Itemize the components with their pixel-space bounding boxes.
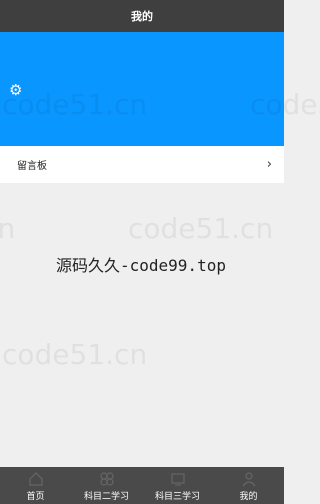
grid-icon [99, 472, 114, 486]
tab-label: 科目二学习 [83, 492, 129, 502]
user-icon [242, 472, 255, 487]
tab-subject-three[interactable]: 科目三学习 [142, 467, 213, 504]
watermark-text: code51.cn [2, 338, 148, 371]
watermark-text: code51.cn [250, 88, 320, 121]
tab-bar: 首页 科目二学习 科目三学习 我的 [0, 467, 284, 504]
promo-text: 源码久久-code99.top [56, 256, 226, 275]
menu-item-guestbook[interactable]: 留言板 › [0, 146, 284, 183]
nav-bar: 我的 [0, 0, 284, 32]
tab-label: 首页 [26, 492, 45, 502]
watermark-text: code51.cn [128, 212, 274, 245]
tab-label: 我的 [239, 492, 258, 502]
home-icon [28, 472, 43, 486]
tab-label: 科目三学习 [154, 492, 200, 502]
tab-profile[interactable]: 我的 [213, 467, 284, 504]
page-title: 我的 [131, 10, 153, 23]
watermark-text: code51.cn [0, 212, 16, 245]
menu-item-label: 留言板 [17, 161, 47, 172]
chevron-right-icon: › [266, 157, 272, 172]
tab-home[interactable]: 首页 [0, 467, 71, 504]
watermark-text: code51.cn [2, 88, 148, 121]
tab-subject-two[interactable]: 科目二学习 [71, 467, 142, 504]
screen-icon [170, 473, 185, 486]
